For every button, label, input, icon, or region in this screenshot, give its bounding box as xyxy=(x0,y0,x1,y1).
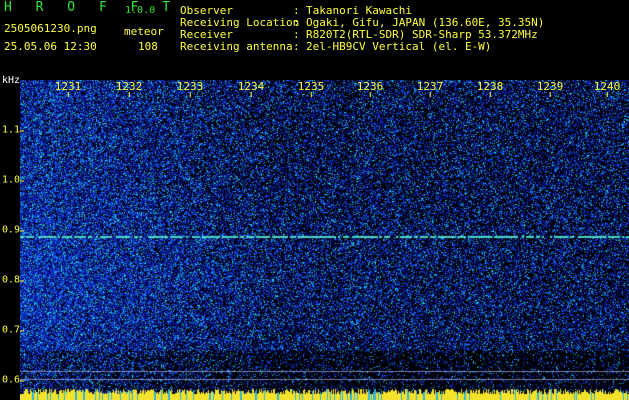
x-tick-label: 1239 xyxy=(536,80,564,97)
x-tick-label: 1232 xyxy=(115,80,143,97)
antenna-value: 2el-HB9CV Vertical (el. E-W) xyxy=(306,40,492,53)
x-tick-label: 1234 xyxy=(237,80,265,97)
y-tick-label: 0.7 xyxy=(2,324,25,336)
antenna-label: Receiving antenna xyxy=(180,40,293,53)
y-tick-label: 0.8 xyxy=(2,274,25,286)
antenna-colon: : xyxy=(293,40,300,53)
x-tick-label: 1233 xyxy=(176,80,204,97)
date-time: 25.05.06 12:30 xyxy=(4,40,97,53)
x-tick-label: 1235 xyxy=(297,80,325,97)
meteor-count: 108 xyxy=(138,40,158,53)
x-tick-label: 1240 xyxy=(593,80,621,97)
x-tick-label: 1237 xyxy=(416,80,444,97)
y-unit-label: kHz xyxy=(2,75,21,86)
x-tick-label: 1236 xyxy=(356,80,384,97)
y-tick-label: 0.9 xyxy=(2,224,25,236)
y-tick-label: 1.0 xyxy=(2,174,25,186)
mode-label: meteor xyxy=(124,25,164,38)
y-tick-label: 1.1 xyxy=(2,124,25,136)
x-tick-label: 1238 xyxy=(476,80,504,97)
app-version: 1.0.0 xyxy=(125,5,156,16)
spectrogram xyxy=(20,80,629,400)
file-name: 2505061230.png xyxy=(4,22,97,35)
x-tick-label: 1231 xyxy=(54,80,82,97)
y-tick-label: 0.6 xyxy=(2,374,25,386)
